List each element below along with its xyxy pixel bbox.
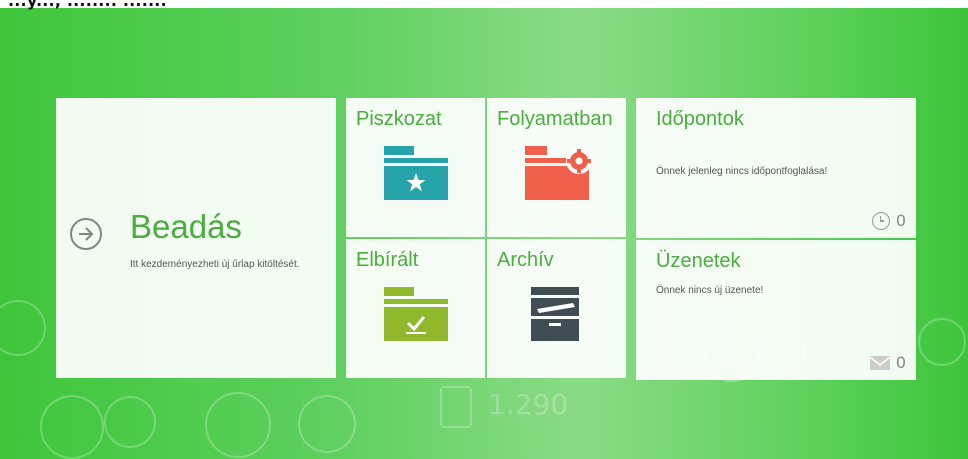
tile-uzenetek[interactable]: Üzenetek Önnek nincs új üzenete! 0 (636, 240, 916, 380)
idopontok-title: Időpontok (656, 108, 744, 130)
background-folder-icon (918, 318, 966, 366)
background-folder-icon (0, 300, 46, 356)
idopontok-count: 0 (871, 211, 906, 230)
idopontok-count-value: 0 (895, 211, 906, 230)
tile-elbiralt[interactable]: Elbírált (346, 239, 485, 378)
background-counter: 1.290 (488, 388, 569, 421)
tile-beadas[interactable]: Beadás Itt kezdeményezheti új űrlap kitö… (56, 98, 336, 378)
tile-archiv[interactable]: Archív (487, 239, 626, 378)
archiv-title: Archív (497, 249, 554, 271)
in-progress-folder-icon (525, 146, 592, 206)
approved-folder-icon (384, 287, 448, 347)
mail-icon (869, 355, 891, 370)
idopontok-message: Önnek jelenleg nincs időpontfoglalása! (656, 166, 828, 177)
uzenetek-count: 0 (869, 353, 906, 372)
background-document-icon (440, 386, 472, 428)
uzenetek-message: Önnek nincs új üzenete! (656, 285, 764, 296)
archive-cabinet-icon (529, 287, 593, 347)
tile-idopontok[interactable]: Időpontok Önnek jelenleg nincs időpontfo… (636, 98, 916, 238)
background-folder-icon (104, 396, 156, 448)
uzenetek-title: Üzenetek (656, 250, 741, 272)
piszkozat-title: Piszkozat (356, 108, 442, 130)
uzenetek-count-value: 0 (895, 353, 906, 372)
arrow-right-icon (70, 218, 102, 250)
background-folder-icon (205, 392, 271, 458)
clock-icon (871, 211, 890, 230)
top-clipped-text: ...y..., ........ ....... (8, 0, 167, 10)
background-folder-icon (40, 395, 104, 459)
beadas-title: Beadás (130, 208, 242, 245)
tile-piszkozat[interactable]: Piszkozat (346, 98, 485, 237)
beadas-subtitle: Itt kezdeményezheti új űrlap kitöltését. (130, 259, 300, 270)
elbiralt-title: Elbírált (356, 249, 419, 271)
tile-folyamatban[interactable]: Folyamatban (487, 98, 626, 237)
folyamatban-title: Folyamatban (497, 108, 613, 130)
background-folder-icon (298, 395, 356, 453)
draft-folder-icon (384, 146, 448, 206)
